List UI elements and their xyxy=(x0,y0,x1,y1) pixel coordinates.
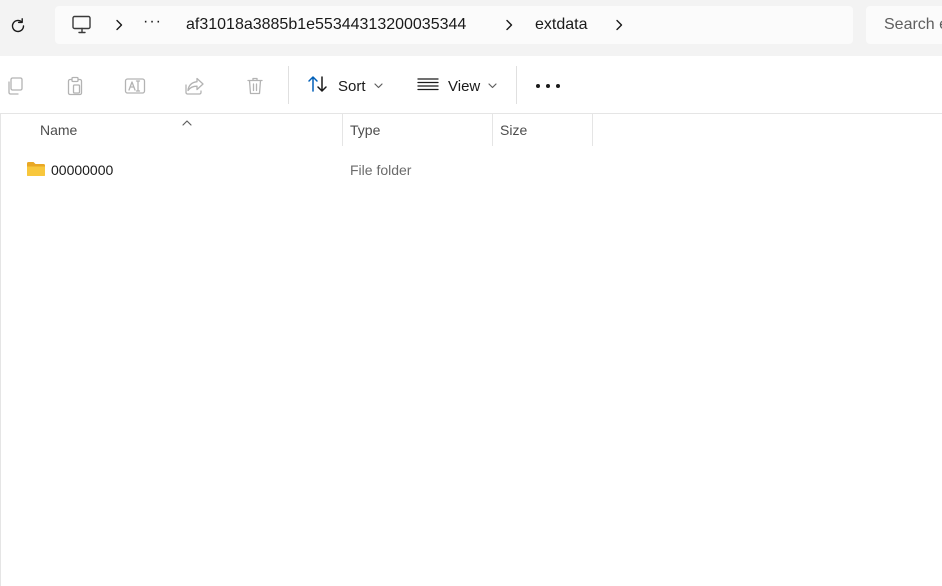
refresh-icon[interactable] xyxy=(6,14,30,38)
more-options-icon[interactable] xyxy=(536,80,560,92)
paste-icon[interactable] xyxy=(64,75,86,97)
column-divider[interactable] xyxy=(592,114,593,146)
sort-button[interactable]: Sort xyxy=(307,73,383,99)
toolbar-separator xyxy=(288,66,289,104)
column-header: Name Type Size xyxy=(0,114,942,146)
chevron-right-icon[interactable] xyxy=(112,17,126,33)
file-type: File folder xyxy=(350,162,412,178)
chevron-down-icon xyxy=(373,83,383,89)
view-list-icon xyxy=(417,74,439,98)
command-bar: Sort View xyxy=(0,56,942,114)
file-name: 00000000 xyxy=(51,162,114,178)
delete-icon[interactable] xyxy=(244,75,266,97)
view-label: View xyxy=(448,77,481,95)
breadcrumb-folder-hash[interactable]: af31018a3885b1e55344313200035344 xyxy=(186,16,466,34)
sort-icon xyxy=(307,74,329,98)
view-button[interactable]: View xyxy=(417,73,497,99)
toolbar-separator xyxy=(516,66,517,104)
address-bar[interactable]: ··· af31018a3885b1e55344313200035344 ext… xyxy=(55,6,853,44)
table-row[interactable]: 00000000 File folder xyxy=(0,156,942,184)
column-size[interactable]: Size xyxy=(500,122,527,138)
column-name[interactable]: Name xyxy=(40,122,77,138)
column-divider[interactable] xyxy=(342,114,343,146)
computer-icon[interactable] xyxy=(71,15,93,35)
search-placeholder: Search e xyxy=(884,16,942,33)
chevron-down-icon xyxy=(488,83,497,89)
column-divider[interactable] xyxy=(492,114,493,146)
search-box[interactable]: Search e xyxy=(866,6,942,44)
rename-icon[interactable] xyxy=(124,75,146,97)
folder-icon xyxy=(26,161,46,177)
address-row: ··· af31018a3885b1e55344313200035344 ext… xyxy=(0,0,942,56)
sort-ascending-icon xyxy=(181,114,193,126)
column-type[interactable]: Type xyxy=(350,122,380,138)
chevron-right-icon[interactable] xyxy=(502,17,516,33)
hidden-path-ellipsis[interactable]: ··· xyxy=(143,13,162,31)
file-explorer-window: ··· af31018a3885b1e55344313200035344 ext… xyxy=(0,0,942,586)
breadcrumb-extdata[interactable]: extdata xyxy=(535,16,587,34)
sort-label: Sort xyxy=(338,77,366,95)
chevron-right-icon[interactable] xyxy=(612,17,626,33)
copy-icon[interactable] xyxy=(4,75,26,97)
share-icon[interactable] xyxy=(184,75,206,97)
